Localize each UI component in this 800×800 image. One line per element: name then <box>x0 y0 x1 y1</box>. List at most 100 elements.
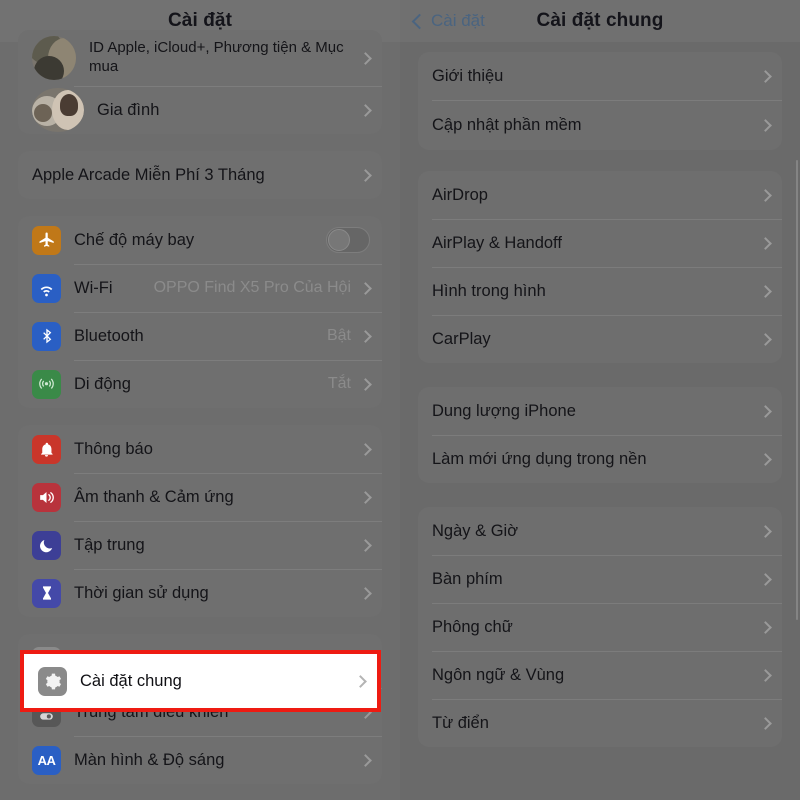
list-item-airdrop[interactable]: AirDrop <box>418 171 782 219</box>
list-item-label: Gia đình <box>97 100 160 119</box>
chevron-right-icon <box>359 51 372 65</box>
list-item-cellular[interactable]: Di động Tắt <box>18 360 382 408</box>
family-avatar <box>32 88 84 132</box>
chevron-right-icon <box>759 188 772 202</box>
card-arcade: Apple Arcade Miễn Phí 3 Tháng <box>18 151 382 199</box>
list-item-label: Từ điển <box>432 713 489 732</box>
list-item-apple-arcade[interactable]: Apple Arcade Miễn Phí 3 Tháng <box>18 151 382 199</box>
list-item-about[interactable]: Giới thiệu <box>418 52 782 100</box>
hourglass-icon <box>32 578 61 608</box>
airplane-mode-toggle[interactable] <box>326 227 370 253</box>
bluetooth-state-value: Bật <box>326 327 351 344</box>
list-item-label: Thông báo <box>74 439 153 458</box>
highlight-general-label: Cài đặt chung <box>80 671 182 690</box>
card-about-update: Giới thiệu Cập nhật phần mềm <box>418 52 782 150</box>
gear-icon <box>38 666 67 696</box>
chevron-right-icon <box>359 377 372 391</box>
list-item-label: Âm thanh & Cảm ứng <box>74 487 234 506</box>
card-storage: Dung lượng iPhone Làm mới ứng dụng trong… <box>418 387 782 483</box>
back-button-label: Cài đặt <box>431 11 485 30</box>
list-item-screen-time[interactable]: Thời gian sử dụng <box>18 569 382 617</box>
chevron-right-icon <box>359 753 372 767</box>
list-item-label: Phông chữ <box>432 617 513 636</box>
right-navbar: Cài đặt Cài đặt chung <box>400 0 800 42</box>
chevron-right-icon <box>359 442 372 456</box>
list-item-keyboard[interactable]: Bàn phím <box>418 555 782 603</box>
chevron-right-icon <box>354 674 367 688</box>
chevron-right-icon <box>759 284 772 298</box>
general-settings-panel-right: Cài đặt Cài đặt chung Giới thiệu Cập nhậ… <box>400 0 800 800</box>
list-item-label: Ngày & Giờ <box>432 521 519 540</box>
list-item-iphone-storage[interactable]: Dung lượng iPhone <box>418 387 782 435</box>
list-item-apple-id[interactable]: ID Apple, iCloud+, Phương tiện & Mục mua <box>18 30 382 86</box>
cellular-icon <box>32 369 61 399</box>
list-item-label: Ngôn ngữ & Vùng <box>432 665 565 684</box>
list-item-label: Tập trung <box>74 535 145 554</box>
profile-avatar <box>32 36 76 80</box>
chevron-right-icon <box>759 236 772 250</box>
right-scroll-area[interactable]: Giới thiệu Cập nhật phần mềm AirDrop Air… <box>400 42 800 800</box>
list-item-label: Hình trong hình <box>432 281 546 300</box>
list-item-label: Làm mới ứng dụng trong nền <box>432 449 647 468</box>
list-item-airplane-mode[interactable]: Chế độ máy bay <box>18 216 382 264</box>
list-item-label: Cập nhật phần mềm <box>432 115 582 134</box>
list-item-label: Chế độ máy bay <box>74 230 195 249</box>
list-item-picture-in-picture[interactable]: Hình trong hình <box>418 267 782 315</box>
moon-icon <box>32 530 61 560</box>
list-item-focus[interactable]: Tập trung <box>18 521 382 569</box>
list-item-display-brightness[interactable]: AA Màn hình & Độ sáng <box>18 736 382 784</box>
chevron-right-icon <box>759 332 772 346</box>
scrollbar[interactable] <box>796 160 798 620</box>
chevron-right-icon <box>359 538 372 552</box>
right-page-title: Cài đặt chung <box>536 10 664 31</box>
list-item-label: Giới thiệu <box>432 66 504 85</box>
chevron-right-icon <box>359 281 372 295</box>
card-connectivity: Chế độ máy bay Wi-Fi OPPO Find X5 Pro Củ… <box>18 216 382 408</box>
list-item-dictionary[interactable]: Từ điển <box>418 699 782 747</box>
card-locale: Ngày & Giờ Bàn phím Phông chữ Ngôn ngữ &… <box>418 507 782 747</box>
list-item-airplay-handoff[interactable]: AirPlay & Handoff <box>418 219 782 267</box>
list-item-family[interactable]: Gia đình <box>18 86 382 134</box>
list-item-notifications[interactable]: Thông báo <box>18 425 382 473</box>
list-item-software-update[interactable]: Cập nhật phần mềm <box>418 100 782 150</box>
list-item-sounds-haptics[interactable]: Âm thanh & Cảm ứng <box>18 473 382 521</box>
airplane-icon <box>32 225 61 255</box>
list-item-label: Di động <box>74 374 131 393</box>
chevron-left-icon <box>411 13 428 29</box>
settings-panel-left: Cài đặt ID Apple, iCloud+, Phương tiện &… <box>0 0 400 800</box>
left-page-title: Cài đặt <box>167 10 233 31</box>
chevron-right-icon <box>359 586 372 600</box>
list-item-label: Bluetooth <box>74 326 144 345</box>
list-item-label: AirPlay & Handoff <box>432 233 562 252</box>
card-account: ID Apple, iCloud+, Phương tiện & Mục mua… <box>18 30 382 134</box>
list-item-label: Thời gian sử dụng <box>74 583 209 602</box>
list-item-label: Apple Arcade Miễn Phí 3 Tháng <box>32 165 265 184</box>
list-item-fonts[interactable]: Phông chữ <box>418 603 782 651</box>
display-icon: AA <box>32 745 61 775</box>
list-item-label: Dung lượng iPhone <box>432 401 576 420</box>
list-item-wifi[interactable]: Wi-Fi OPPO Find X5 Pro Của Hội <box>18 264 382 312</box>
chevron-right-icon <box>759 452 772 466</box>
cellular-state-value: Tắt <box>327 375 351 392</box>
back-button[interactable]: Cài đặt <box>411 11 485 31</box>
list-item-background-app-refresh[interactable]: Làm mới ứng dụng trong nền <box>418 435 782 483</box>
wifi-network-value: OPPO Find X5 Pro Của Hội <box>153 279 351 296</box>
chevron-right-icon <box>359 329 372 343</box>
chevron-right-icon <box>759 716 772 730</box>
bluetooth-icon <box>32 321 61 351</box>
list-item-label: CarPlay <box>432 329 491 348</box>
display-icon-text: AA <box>37 752 56 768</box>
list-item-date-time[interactable]: Ngày & Giờ <box>418 507 782 555</box>
list-item-language-region[interactable]: Ngôn ngữ & Vùng <box>418 651 782 699</box>
list-item-label: ID Apple, iCloud+, Phương tiện & Mục mua <box>89 39 344 75</box>
list-item-label: Wi-Fi <box>74 278 113 297</box>
highlight-box-general-settings[interactable]: Cài đặt chung <box>20 650 381 712</box>
chevron-right-icon <box>359 168 372 182</box>
list-item-carplay[interactable]: CarPlay <box>418 315 782 363</box>
list-item-label: Bàn phím <box>432 569 503 588</box>
chevron-right-icon <box>359 103 372 117</box>
bell-icon <box>32 434 61 464</box>
chevron-right-icon <box>759 620 772 634</box>
list-item-bluetooth[interactable]: Bluetooth Bật <box>18 312 382 360</box>
chevron-right-icon <box>759 668 772 682</box>
